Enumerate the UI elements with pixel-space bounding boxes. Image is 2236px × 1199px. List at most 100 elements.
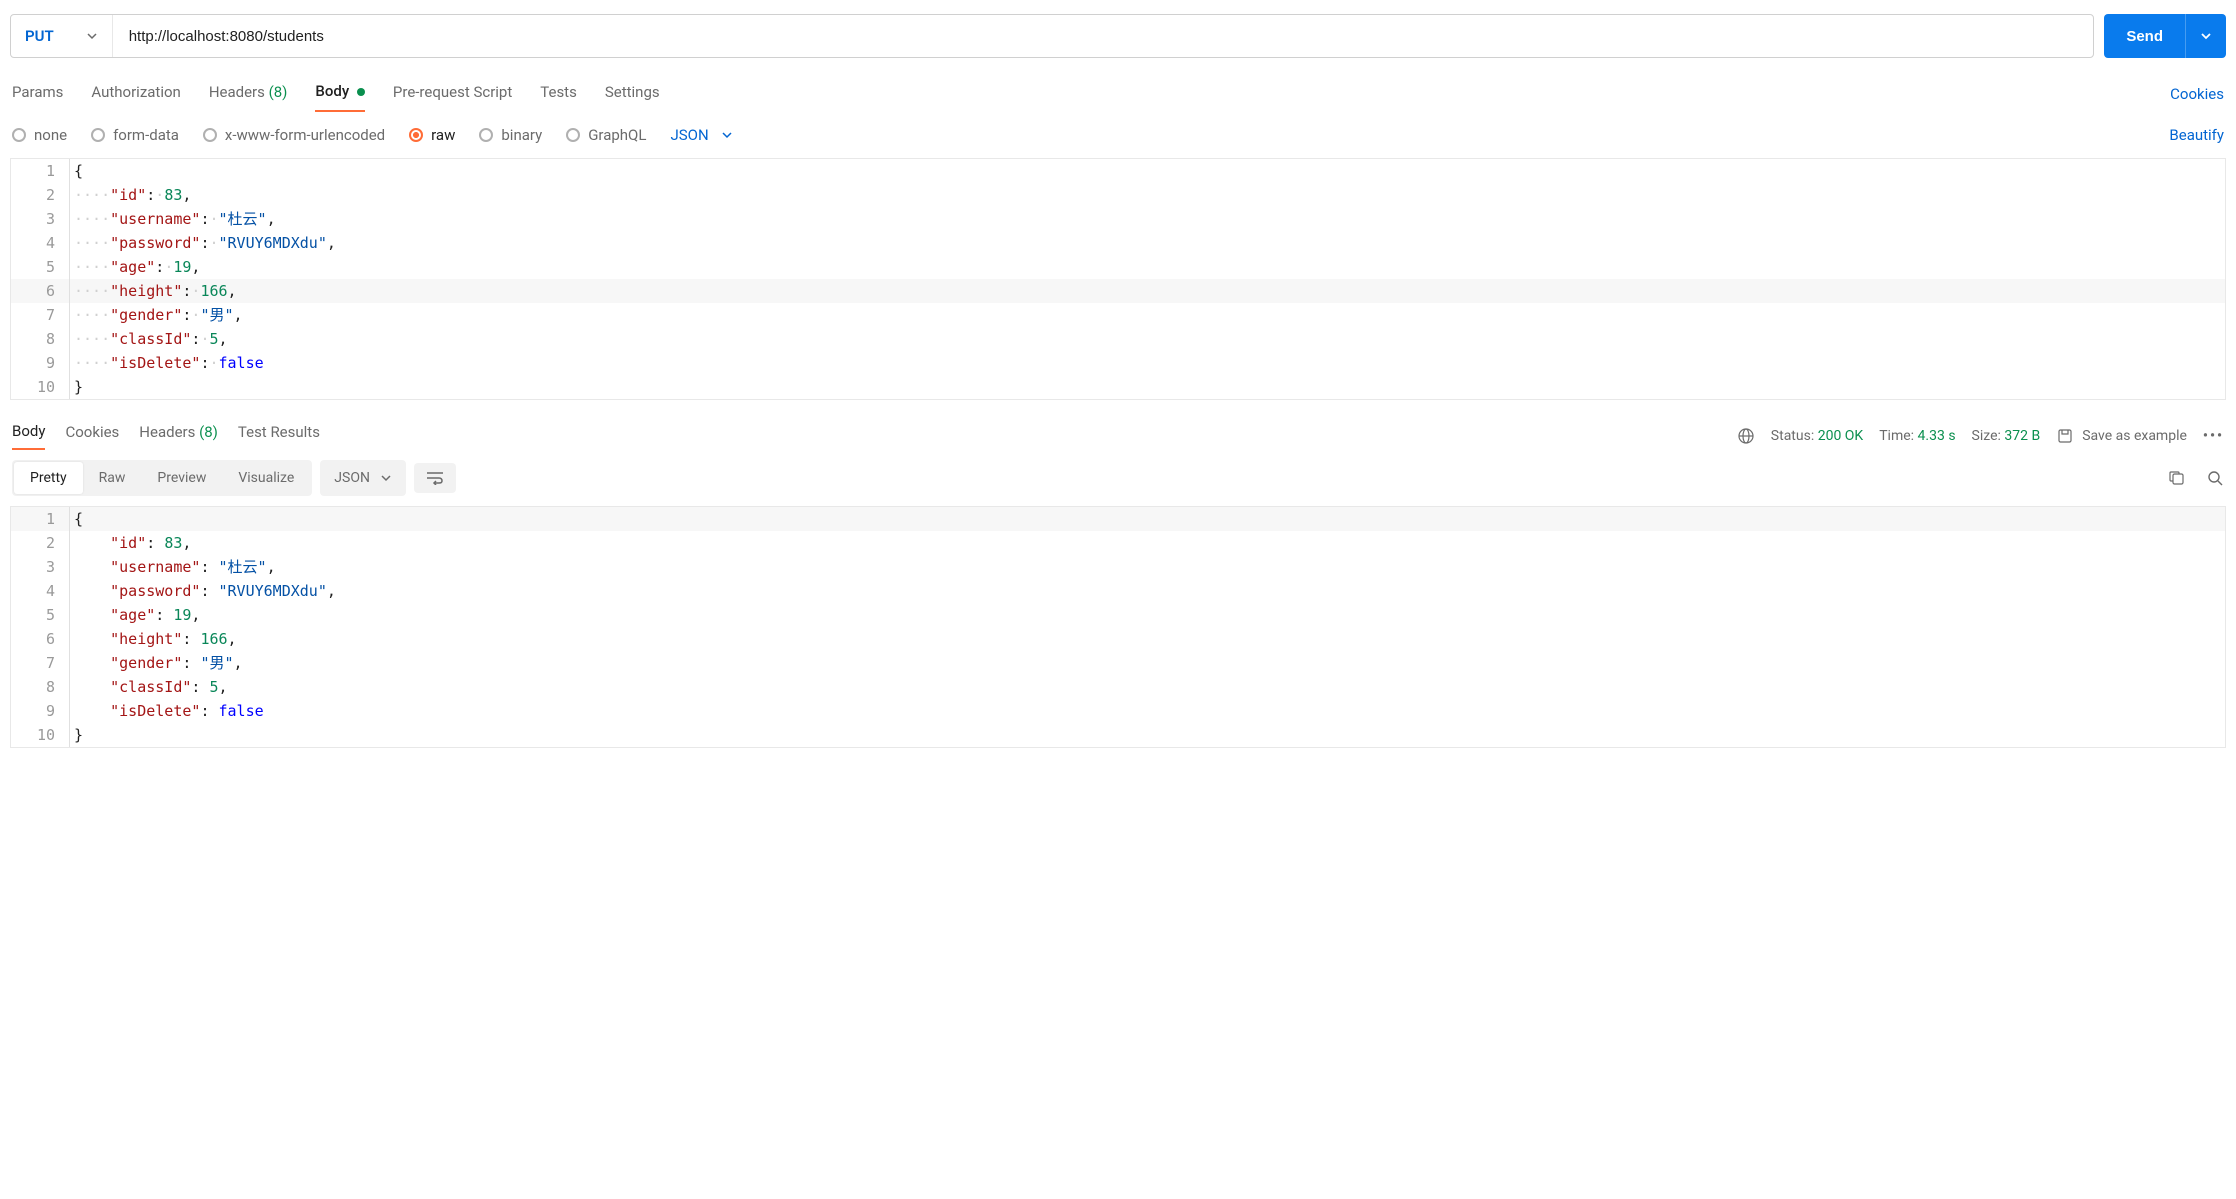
radio-none[interactable]: none xyxy=(12,126,67,144)
radio-graphql[interactable]: GraphQL xyxy=(566,126,646,144)
code-line: 5····"age":·19, xyxy=(11,255,2225,279)
code-line: 8 "classId": 5, xyxy=(11,675,2225,699)
tab-tests[interactable]: Tests xyxy=(540,77,577,111)
code-content: } xyxy=(69,723,2225,747)
chevron-down-icon[interactable] xyxy=(2186,30,2226,42)
tab-headers[interactable]: Headers (8) xyxy=(209,77,288,111)
response-format-label: JSON xyxy=(334,470,370,486)
view-pretty[interactable]: Pretty xyxy=(14,462,83,494)
chevron-down-icon xyxy=(721,129,733,141)
resp-headers-count: (8) xyxy=(199,423,218,441)
tab-body[interactable]: Body xyxy=(315,76,365,112)
body-format-select[interactable]: JSON xyxy=(670,126,732,144)
line-number: 1 xyxy=(11,159,69,183)
cookies-link[interactable]: Cookies xyxy=(2170,85,2224,103)
request-body-editor[interactable]: 1{2····"id":·83,3····"username":·"杜云",4·… xyxy=(10,158,2226,400)
line-number: 2 xyxy=(11,531,69,555)
line-number: 10 xyxy=(11,723,69,747)
chevron-down-icon xyxy=(86,30,98,42)
code-content: "height": 166, xyxy=(69,627,2225,651)
resp-headers-label: Headers xyxy=(139,423,195,441)
view-raw[interactable]: Raw xyxy=(83,462,142,494)
radio-binary[interactable]: binary xyxy=(479,126,542,144)
code-line: 1{ xyxy=(11,507,2225,531)
more-options-button[interactable]: ••• xyxy=(2203,428,2224,444)
code-content: "password": "RVUY6MDXdu", xyxy=(69,579,2225,603)
code-line: 10} xyxy=(11,375,2225,399)
response-body-viewer[interactable]: 1{2 "id": 83,3 "username": "杜云",4 "passw… xyxy=(10,506,2226,748)
code-line: 3····"username":·"杜云", xyxy=(11,207,2225,231)
send-label: Send xyxy=(2104,28,2185,45)
line-number: 2 xyxy=(11,183,69,207)
resp-tab-cookies[interactable]: Cookies xyxy=(65,423,119,449)
url-input[interactable] xyxy=(113,15,2094,57)
code-line: 9 "isDelete": false xyxy=(11,699,2225,723)
view-preview[interactable]: Preview xyxy=(141,462,222,494)
tab-params[interactable]: Params xyxy=(12,77,63,111)
code-content: "username": "杜云", xyxy=(69,555,2225,579)
wrap-lines-button[interactable] xyxy=(414,463,456,493)
line-number: 5 xyxy=(11,255,69,279)
beautify-button[interactable]: Beautify xyxy=(2169,126,2224,144)
code-content: "isDelete": false xyxy=(69,699,2225,723)
save-example-label: Save as example xyxy=(2082,428,2187,444)
line-number: 10 xyxy=(11,375,69,399)
line-number: 4 xyxy=(11,579,69,603)
code-content: { xyxy=(69,159,2225,183)
method-label: PUT xyxy=(25,27,54,45)
radio-icon xyxy=(12,128,26,142)
radio-icon xyxy=(91,128,105,142)
code-line: 4····"password":·"RVUY6MDXdu", xyxy=(11,231,2225,255)
request-tabs: Params Authorization Headers (8) Body Pr… xyxy=(10,76,2226,112)
line-number: 3 xyxy=(11,555,69,579)
code-line: 6 "height": 166, xyxy=(11,627,2225,651)
copy-button[interactable] xyxy=(2168,469,2186,487)
globe-icon[interactable] xyxy=(1737,427,1755,445)
body-type-row: none form-data x-www-form-urlencoded raw… xyxy=(10,126,2226,158)
radio-icon xyxy=(203,128,217,142)
line-number: 4 xyxy=(11,231,69,255)
code-line: 7 "gender": "男", xyxy=(11,651,2225,675)
radio-xwww[interactable]: x-www-form-urlencoded xyxy=(203,126,385,144)
tab-authorization[interactable]: Authorization xyxy=(91,77,180,111)
code-line: 3 "username": "杜云", xyxy=(11,555,2225,579)
send-button[interactable]: Send xyxy=(2104,14,2226,58)
resp-tab-test-results[interactable]: Test Results xyxy=(238,423,320,449)
code-line: 2····"id":·83, xyxy=(11,183,2225,207)
chevron-down-icon xyxy=(380,472,392,484)
save-example-button[interactable]: Save as example xyxy=(2056,427,2187,445)
radio-icon xyxy=(566,128,580,142)
code-content: { xyxy=(69,507,2225,531)
view-visualize[interactable]: Visualize xyxy=(222,462,310,494)
time-group: Time: 4.33 s xyxy=(1879,428,1955,444)
resp-tab-headers[interactable]: Headers (8) xyxy=(139,423,218,449)
code-line: 4 "password": "RVUY6MDXdu", xyxy=(11,579,2225,603)
code-line: 8····"classId":·5, xyxy=(11,327,2225,351)
line-number: 9 xyxy=(11,351,69,375)
line-number: 8 xyxy=(11,327,69,351)
code-line: 2 "id": 83, xyxy=(11,531,2225,555)
search-button[interactable] xyxy=(2206,469,2224,487)
method-select[interactable]: PUT xyxy=(11,15,113,57)
radio-form-data[interactable]: form-data xyxy=(91,126,179,144)
code-content: ····"isDelete":·false xyxy=(69,351,2225,375)
response-header: Body Cookies Headers (8) Test Results St… xyxy=(10,418,2226,450)
code-content: "classId": 5, xyxy=(69,675,2225,699)
status-group: Status: 200 OK xyxy=(1771,428,1863,444)
code-content: ····"classId":·5, xyxy=(69,327,2225,351)
line-number: 7 xyxy=(11,303,69,327)
tab-headers-label: Headers xyxy=(209,83,265,101)
code-content: } xyxy=(69,375,2225,399)
view-mode-group: Pretty Raw Preview Visualize xyxy=(12,460,312,496)
code-content: "gender": "男", xyxy=(69,651,2225,675)
size-group: Size: 372 B xyxy=(1972,428,2041,444)
tab-prerequest[interactable]: Pre-request Script xyxy=(393,77,512,111)
code-line: 6····"height":·166, xyxy=(11,279,2225,303)
radio-raw[interactable]: raw xyxy=(409,126,455,144)
resp-tab-body[interactable]: Body xyxy=(12,422,45,450)
response-format-select[interactable]: JSON xyxy=(320,460,406,496)
code-line: 5 "age": 19, xyxy=(11,603,2225,627)
tab-settings[interactable]: Settings xyxy=(605,77,660,111)
code-content: "age": 19, xyxy=(69,603,2225,627)
code-line: 1{ xyxy=(11,159,2225,183)
